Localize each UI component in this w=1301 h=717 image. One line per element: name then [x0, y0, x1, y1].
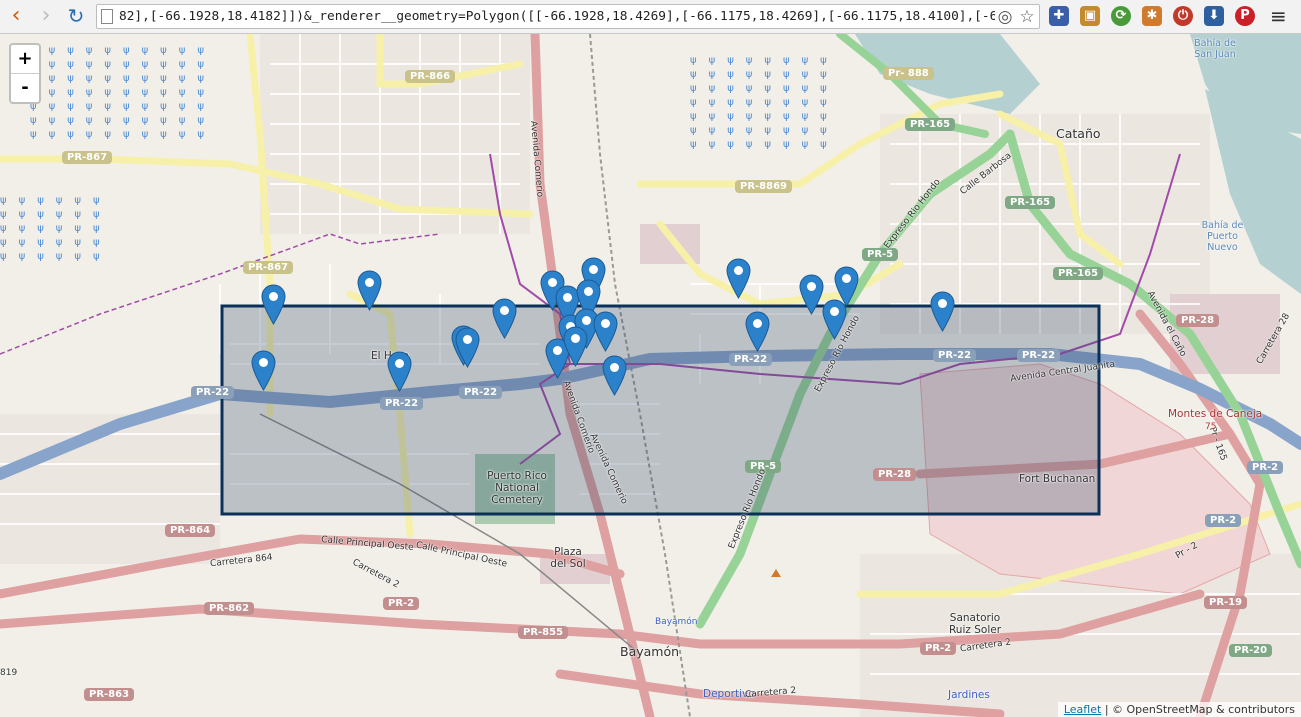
road-shield: PR-8869 [735, 180, 793, 193]
map-marker-icon[interactable] [745, 311, 770, 352]
road-shield: PR-855 [518, 626, 569, 639]
place-label-montes-de-caneja: Montes de Caneja [1168, 408, 1263, 420]
attribution-text: | © OpenStreetMap & contributors [1104, 703, 1295, 716]
street-label: Bayamón [655, 617, 698, 627]
map-view[interactable]: ψψψψψψψψψψ ψψψψψψψψψψ ψψψψψψψψψψ ψψψψψψψ… [0, 34, 1301, 717]
selection-polygon[interactable] [220, 304, 1101, 516]
place-label-bayamon: Bayamón [620, 644, 680, 659]
road-shield: PR-22 [1017, 349, 1061, 362]
location-icon[interactable]: ◎ [995, 7, 1015, 27]
road-shield: PR-867 [62, 151, 113, 164]
road-shield: PR-5 [862, 248, 899, 261]
road-shield: PR-2 [1205, 514, 1242, 527]
road-shield: Pr- 888 [883, 67, 934, 80]
zoom-out-button[interactable]: - [11, 74, 39, 102]
road-shield: PR-19 [1204, 596, 1248, 609]
road-shield: PR-22 [933, 349, 977, 362]
map-marker-icon[interactable] [799, 274, 824, 315]
map-marker-icon[interactable] [563, 326, 588, 367]
map-marker-icon[interactable] [261, 284, 286, 325]
map-marker-icon[interactable] [387, 351, 412, 392]
map-marker-icon[interactable] [492, 298, 517, 339]
reload-button[interactable]: ↻ [64, 4, 88, 28]
street-label: 819 [0, 668, 18, 678]
road-shield: PR-28 [873, 468, 917, 481]
zoom-control: + - [9, 43, 41, 104]
road-shield: PR-22 [191, 386, 235, 399]
map-marker-icon[interactable] [930, 291, 955, 332]
back-button[interactable]: ‹ [4, 4, 28, 28]
road-shield: PR-165 [1053, 267, 1104, 280]
box-extension-icon[interactable]: ▣ [1080, 6, 1100, 26]
wetland-symbols: ψψψψψψψψψψ ψψψψψψψψψψ ψψψψψψψψψψ ψψψψψψψ… [30, 45, 216, 140]
squirrel-extension-icon[interactable]: ✱ [1142, 6, 1162, 26]
peak-icon [771, 569, 781, 577]
map-marker-icon[interactable] [822, 299, 847, 340]
map-marker-icon[interactable] [455, 327, 480, 368]
bookmark-star-icon[interactable]: ☆ [1017, 7, 1037, 27]
browser-toolbar: ‹ › ↻ 82],[-66.1928,18.4182]])&_renderer… [0, 0, 1301, 34]
power-extension-icon[interactable]: ⏻ [1173, 6, 1193, 26]
download-extension-icon[interactable]: ⬇ [1204, 6, 1224, 26]
puzzle-extension-icon[interactable]: ✚ [1049, 6, 1069, 26]
map-marker-icon[interactable] [593, 311, 618, 352]
road-shield: PR-863 [84, 688, 135, 701]
road-shield: PR-867 [243, 261, 294, 274]
forward-button[interactable]: › [34, 4, 58, 28]
road-shield: PR-2 [1247, 461, 1284, 474]
wetland-symbols: ψψψψψψ ψψψψψψ ψψψψψψ ψψψψψψ ψψψψψψ [0, 195, 110, 262]
residential-area [0, 414, 220, 564]
zoom-in-button[interactable]: + [11, 45, 39, 74]
place-label-bahia-san-juan: Bahía de San Juan [1194, 38, 1236, 60]
road-shield: PR-20 [1229, 644, 1273, 657]
map-marker-icon[interactable] [726, 258, 751, 299]
sync-extension-icon[interactable]: ⟳ [1111, 6, 1131, 26]
map-attribution: Leaflet | © OpenStreetMap & contributors [1057, 702, 1301, 717]
street-label: 75 [1205, 422, 1217, 432]
place-label-fort-buchanan: Fort Buchanan [1019, 473, 1096, 485]
map-marker-icon[interactable] [251, 350, 276, 391]
place-label-bahia-puerto-nuevo: Bahía de Puerto Nuevo [1201, 220, 1244, 253]
url-text[interactable]: 82],[-66.1928,18.4182]])&_renderer__geom… [119, 8, 995, 26]
leaflet-link[interactable]: Leaflet [1064, 703, 1101, 716]
address-bar[interactable]: 82],[-66.1928,18.4182]])&_renderer__geom… [96, 4, 1040, 29]
road-shield: PR-866 [405, 70, 456, 83]
page-icon [101, 9, 113, 24]
place-label-cataño: Cataño [1056, 126, 1101, 141]
wetland-symbols: ψψψψψψψψ ψψψψψψψψ ψψψψψψψψ ψψψψψψψψ ψψψψ… [690, 55, 839, 150]
road-shield: PR-28 [1176, 314, 1220, 327]
menu-icon[interactable]: ≡ [1270, 6, 1288, 26]
road-shield: PR-862 [204, 602, 255, 615]
place-label-sanatorio: Sanatorio Ruiz Soler [948, 612, 1002, 636]
road-shield: PR-864 [165, 524, 216, 537]
place-label-jardines: Jardines [948, 689, 990, 701]
road-shield: PR-2 [383, 597, 420, 610]
road-shield: PR-2 [920, 642, 957, 655]
road-shield: PR-22 [729, 353, 773, 366]
map-marker-icon[interactable] [357, 270, 382, 311]
place-label-plaza-del-sol: Plaza del Sol [550, 546, 586, 570]
road-shield: PR-22 [459, 386, 503, 399]
map-marker-icon[interactable] [602, 355, 627, 396]
pinterest-extension-icon[interactable]: P [1235, 6, 1255, 26]
road-shield: PR-165 [905, 118, 956, 131]
place-label-national-cemetery: Puerto Rico National Cemetery [487, 470, 547, 506]
road-shield: PR-22 [380, 397, 424, 410]
road-shield: PR-165 [1005, 196, 1056, 209]
